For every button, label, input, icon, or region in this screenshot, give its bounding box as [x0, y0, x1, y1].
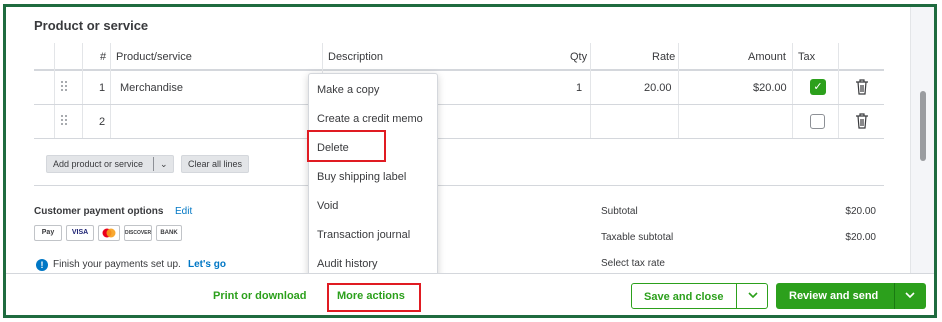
add-product-label: Add product or service	[53, 159, 144, 169]
taxable-subtotal-value: $20.00	[845, 232, 876, 243]
menu-item-make-copy[interactable]: Make a copy	[317, 84, 379, 96]
row-number: 2	[99, 116, 106, 128]
col-amount: Amount	[748, 51, 786, 63]
more-actions-menu: Make a copy Create a credit memo Delete …	[308, 73, 438, 279]
section-divider	[34, 185, 884, 186]
menu-item-create-credit-memo[interactable]: Create a credit memo	[317, 113, 423, 125]
review-and-send-button[interactable]: Review and send	[776, 283, 926, 309]
mastercard-icon	[102, 228, 116, 238]
col-num: #	[100, 51, 107, 63]
menu-item-void[interactable]: Void	[317, 200, 338, 212]
invoice-panel: Product or service # Product/service Des…	[3, 4, 937, 318]
menu-item-audit-history[interactable]: Audit history	[317, 258, 378, 270]
menu-item-transaction-journal[interactable]: Transaction journal	[317, 229, 410, 241]
bank-logo: BANK	[156, 225, 182, 241]
table-row[interactable]: 2	[34, 105, 884, 139]
taxable-subtotal-label: Taxable subtotal	[601, 232, 674, 243]
chevron-down-icon[interactable]	[903, 288, 917, 302]
payment-options-title: Customer payment options	[34, 206, 164, 217]
qty-cell[interactable]: 1	[576, 82, 582, 94]
drag-handle-icon[interactable]	[61, 115, 69, 127]
more-actions-highlight-box	[327, 283, 421, 312]
table-row[interactable]: 1 Merchandise 1 20.00 $20.00 ✓	[34, 71, 884, 105]
button-divider	[894, 283, 895, 309]
info-icon: !	[36, 259, 48, 271]
button-divider	[153, 157, 154, 171]
trash-icon[interactable]	[855, 79, 869, 95]
trash-icon[interactable]	[855, 113, 869, 129]
button-divider	[736, 284, 737, 308]
subtotal-value: $20.00	[845, 206, 876, 217]
subtotal-label: Subtotal	[601, 206, 638, 217]
save-and-close-button[interactable]: Save and close	[631, 283, 768, 309]
finish-payments-text: Finish your payments set up.	[53, 259, 181, 270]
rate-cell[interactable]: 20.00	[644, 82, 672, 94]
clear-all-lines-button[interactable]: Clear all lines	[181, 155, 250, 173]
amount-cell: $20.00	[753, 82, 787, 94]
row-number: 1	[99, 82, 106, 94]
col-rate: Rate	[652, 51, 676, 63]
tax-checkbox-checked[interactable]: ✓	[810, 79, 826, 95]
apple-pay-logo: Pay	[34, 225, 62, 241]
review-and-send-label: Review and send	[789, 290, 879, 302]
section-title: Product or service	[34, 18, 149, 33]
mastercard-logo	[98, 225, 120, 241]
product-cell[interactable]: Merchandise	[120, 82, 183, 94]
add-product-button[interactable]: Add product or service ⌄	[46, 155, 174, 173]
col-tax: Tax	[798, 51, 816, 63]
print-or-download-link[interactable]: Print or download	[213, 290, 307, 302]
col-qty: Qty	[570, 51, 588, 63]
table-header: # Product/service Description Qty Rate A…	[34, 43, 884, 71]
delete-highlight-box	[307, 130, 386, 162]
visa-logo: VISA	[66, 225, 94, 241]
discover-logo: DISCOVER	[124, 225, 152, 241]
lets-go-link[interactable]: Let's go	[188, 259, 226, 270]
scrollbar[interactable]	[910, 7, 934, 273]
payment-options-edit-link[interactable]: Edit	[175, 206, 192, 217]
tax-checkbox[interactable]	[810, 114, 825, 129]
drag-handle-icon[interactable]	[61, 81, 69, 93]
col-description: Description	[328, 51, 384, 63]
menu-item-buy-shipping-label[interactable]: Buy shipping label	[317, 171, 406, 183]
chevron-down-icon[interactable]: ⌄	[160, 156, 168, 172]
scrollbar-thumb[interactable]	[920, 91, 926, 161]
chevron-down-icon[interactable]	[746, 288, 760, 302]
save-and-close-label: Save and close	[644, 291, 724, 303]
col-product: Product/service	[116, 51, 192, 63]
select-tax-rate-label[interactable]: Select tax rate	[601, 258, 665, 269]
